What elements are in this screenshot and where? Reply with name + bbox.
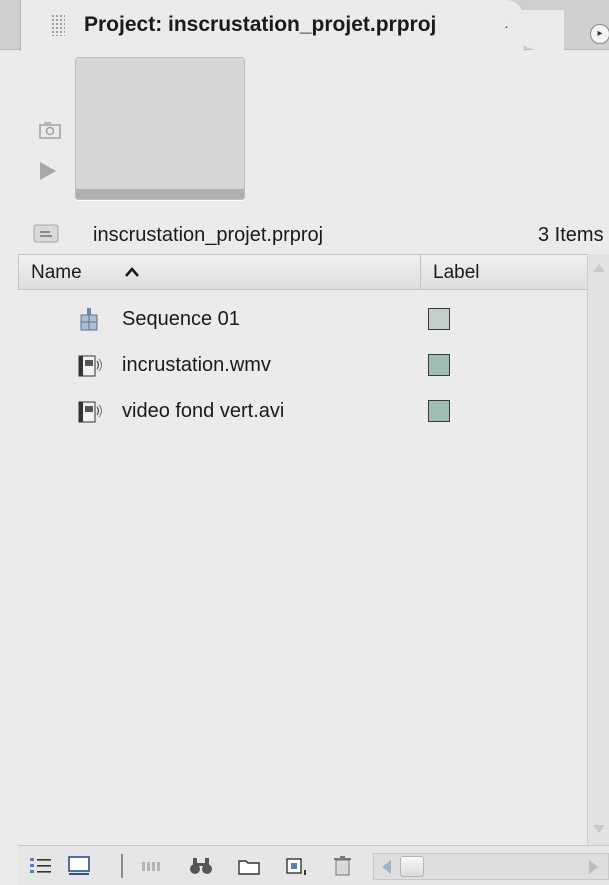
item-name: video fond vert.avi [122,400,285,422]
scroll-left-icon[interactable] [382,860,391,874]
find-icon[interactable] [188,854,214,878]
scroll-down-icon[interactable] [593,825,605,833]
column-label-label: Label [433,262,480,283]
sequence-icon [80,308,98,331]
column-header-name[interactable]: Name [18,254,420,290]
camera-icon[interactable] [38,120,64,140]
close-tab-icon[interactable]: × [498,15,520,37]
automate-to-sequence-icon[interactable] [140,854,166,878]
list-item[interactable]: Sequence 01 [18,296,587,342]
project-tab-title: Project: inscrustation_projet.prproj [84,13,437,36]
video-clip-icon [78,401,102,423]
scroll-right-icon[interactable] [589,860,598,874]
new-item-icon[interactable] [284,854,310,878]
item-count: 3 Items [538,224,604,246]
scroll-thumb[interactable] [400,856,424,877]
delete-icon[interactable] [330,854,356,878]
panel-menu-icon[interactable]: ▸ [590,24,609,44]
project-tab[interactable]: Project: inscrustation_projet.prproj × [20,0,564,51]
item-name: Sequence 01 [122,308,240,330]
label-color-swatch[interactable] [428,354,450,376]
sort-ascending-icon[interactable] [124,266,140,278]
list-view-icon[interactable] [28,854,54,878]
project-path-bar: inscrustation_projet.prproj 3 Items [0,216,609,254]
bottom-toolbar [18,845,609,885]
project-file-icon [33,224,59,243]
project-items-list: Sequence 01 incrustation.wmv video fond … [18,290,587,845]
toolbar-separator [121,854,123,878]
column-name-label: Name [31,262,82,283]
panel-tab-strip: Project: inscrustation_projet.prproj × ▸ [0,0,609,51]
item-name: incrustation.wmv [122,354,271,376]
project-file-name: inscrustation_projet.prproj [93,224,324,246]
list-item[interactable]: incrustation.wmv [18,342,587,388]
preview-thumbnail [75,57,245,200]
vertical-scrollbar[interactable] [587,254,609,845]
scroll-up-icon[interactable] [593,264,605,272]
horizontal-scrollbar[interactable] [373,853,609,880]
video-clip-icon [78,355,102,377]
tab-grip-handle[interactable] [51,14,65,36]
play-icon[interactable] [40,162,56,180]
column-header-label[interactable]: Label [420,254,587,290]
label-color-swatch[interactable] [428,308,450,330]
icon-view-icon[interactable] [66,854,92,878]
list-item[interactable]: video fond vert.avi [18,388,587,434]
label-color-swatch[interactable] [428,400,450,422]
new-bin-icon[interactable] [236,854,262,878]
